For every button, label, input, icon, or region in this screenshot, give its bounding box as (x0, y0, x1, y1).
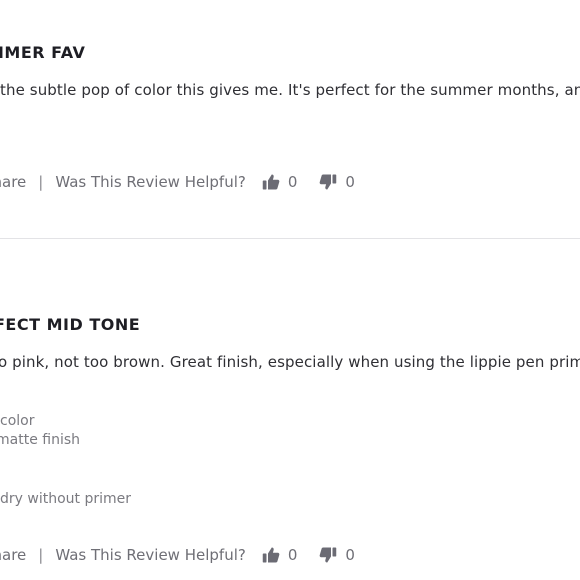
review-detail-item: dry without primer (0, 491, 131, 507)
review-actions: Share | Was This Review Helpful? 0 0 (0, 543, 355, 567)
reviews-viewport: MMER FAV the subtle pop of color this gi… (0, 0, 580, 580)
downvote-count: 0 (345, 546, 355, 564)
share-link[interactable]: Share (0, 173, 26, 191)
upvote-button[interactable]: 0 (262, 173, 298, 191)
review-divider (0, 238, 580, 239)
review-detail-item: color (0, 413, 35, 429)
thumbs-up-icon (262, 547, 280, 563)
review-body: o pink, not too brown. Great finish, esp… (0, 353, 580, 371)
downvote-count: 0 (345, 173, 355, 191)
thumbs-down-icon (320, 547, 337, 563)
upvote-count: 0 (287, 546, 298, 564)
review-title: FECT MID TONE (0, 315, 141, 334)
review-actions: Share | Was This Review Helpful? 0 0 (0, 170, 355, 194)
thumbs-up-icon (262, 174, 280, 190)
separator: | (38, 173, 44, 191)
helpful-label: Was This Review Helpful? (55, 173, 246, 191)
downvote-button[interactable]: 0 (319, 546, 355, 564)
thumbs-down-icon (320, 174, 337, 190)
helpful-label: Was This Review Helpful? (55, 546, 246, 564)
upvote-count: 0 (287, 173, 298, 191)
review-detail-item: matte finish (0, 432, 81, 448)
review-body: the subtle pop of color this gives me. I… (0, 81, 580, 99)
share-link[interactable]: Share (0, 546, 26, 564)
upvote-button[interactable]: 0 (262, 546, 298, 564)
separator: | (38, 546, 44, 564)
downvote-button[interactable]: 0 (319, 173, 355, 191)
review-title: MMER FAV (0, 43, 86, 62)
